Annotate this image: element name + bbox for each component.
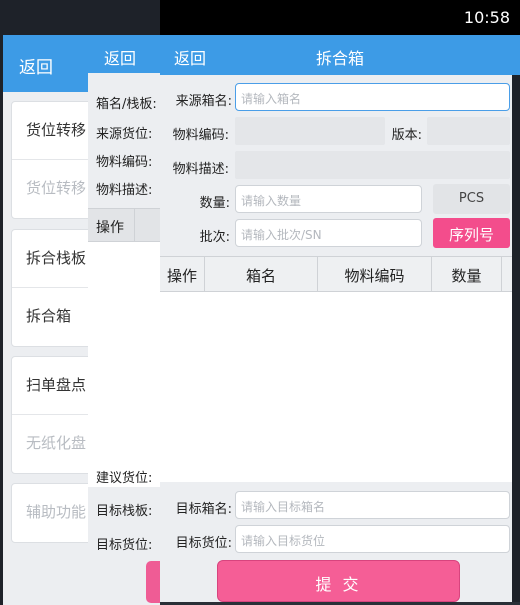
menu-item-split-pallet[interactable]: 拆合栈板 [12, 230, 93, 288]
middle-target-location-label: 目标货位: [96, 538, 153, 553]
menu-group-transfer: 货位转移 货位转移 [11, 101, 93, 219]
source-box-input[interactable]: 请输入箱名 [235, 83, 510, 111]
middle-material-desc-label: 物料描述: [96, 183, 153, 198]
target-location-input[interactable]: 请输入目标货位 [235, 525, 510, 553]
menu-item-scan-inventory[interactable]: 扫单盘点 [12, 357, 93, 415]
split-pallet-screen: 返回 箱名/栈板: 来源货位: 物料编码: 物料描述: 操作 建议货位: 目标栈… [88, 5, 168, 605]
middle-suggested-location-label: 建议货位: [96, 471, 153, 486]
clock: 10:58 [463, 8, 510, 27]
items-table-body [160, 292, 512, 482]
target-location-label: 目标货位: [175, 536, 232, 551]
material-desc-field [235, 151, 510, 179]
menu-back-button[interactable]: 返回 [19, 53, 53, 78]
page-title: 拆合箱 [315, 49, 364, 68]
middle-material-code-label: 物料编码: [96, 155, 153, 170]
menu-item-aux-functions: 辅助功能 [26, 503, 87, 521]
material-desc-label: 物料描述: [172, 162, 229, 177]
table-col-action: 操作 [160, 257, 205, 291]
menu-item-paperless-inventory: 无纸化盘 [26, 434, 87, 452]
app-header: 拆合箱 返回 [160, 35, 520, 75]
menu-item-split-box[interactable]: 拆合箱 [12, 288, 93, 346]
table-col-box-name: 箱名 [205, 257, 318, 291]
menu-group-split: 拆合栈板 拆合箱 [11, 229, 93, 347]
middle-table-col-action: 操作 [96, 220, 124, 236]
serial-number-button[interactable]: 序列号 [433, 218, 510, 248]
quantity-label: 数量: [199, 196, 230, 211]
middle-statusbar [88, 5, 168, 35]
middle-header: 返回 [88, 35, 168, 73]
middle-table-header: 操作 [88, 208, 168, 242]
back-button[interactable]: 返回 [174, 45, 206, 69]
middle-box-pallet-label: 箱名/栈板: [96, 97, 157, 112]
batch-label: 批次: [199, 230, 230, 245]
items-table-header: 操作 箱名 物料编码 数量 [160, 256, 512, 292]
menu-header: 返回 [3, 35, 93, 92]
menu-group-aux: 辅助功能 [11, 483, 93, 543]
middle-table-body [88, 242, 168, 487]
submit-button[interactable]: 提 交 [217, 560, 460, 602]
version-label: 版本: [391, 128, 422, 143]
middle-source-location-label: 来源货位: [96, 127, 153, 142]
table-col-material-code: 物料编码 [318, 257, 432, 291]
target-box-label: 目标箱名: [175, 502, 232, 517]
table-col-quantity: 数量 [432, 257, 502, 291]
split-box-screen: 10:58 拆合箱 返回 来源箱名: 请输入箱名 物料编码: 版本: 物料描述:… [160, 0, 520, 605]
middle-table-divider [134, 209, 135, 241]
status-bar: 10:58 [160, 0, 520, 35]
version-field [427, 117, 510, 145]
menu-item-location-transfer[interactable]: 货位转移 [12, 102, 93, 160]
screen-edge [512, 75, 520, 605]
menu-screen: 返回 货位转移 货位转移 拆合栈板 拆合箱 扫单盘点 无纸化盘 辅助功能 [3, 35, 93, 605]
material-code-label: 物料编码: [172, 128, 229, 143]
middle-target-pallet-label: 目标栈板: [96, 504, 153, 519]
source-box-label: 来源箱名: [175, 94, 232, 109]
material-code-field [235, 117, 385, 145]
middle-back-button[interactable]: 返回 [104, 45, 136, 69]
batch-input[interactable]: 请输入批次/SN [235, 219, 422, 247]
menu-item-location-transfer-disabled: 货位转移 [26, 179, 87, 197]
unit-button[interactable]: PCS [433, 184, 510, 214]
menu-group-inventory: 扫单盘点 无纸化盘 [11, 356, 93, 474]
quantity-input[interactable]: 请输入数量 [235, 185, 422, 213]
target-box-input[interactable]: 请输入目标箱名 [235, 491, 510, 519]
